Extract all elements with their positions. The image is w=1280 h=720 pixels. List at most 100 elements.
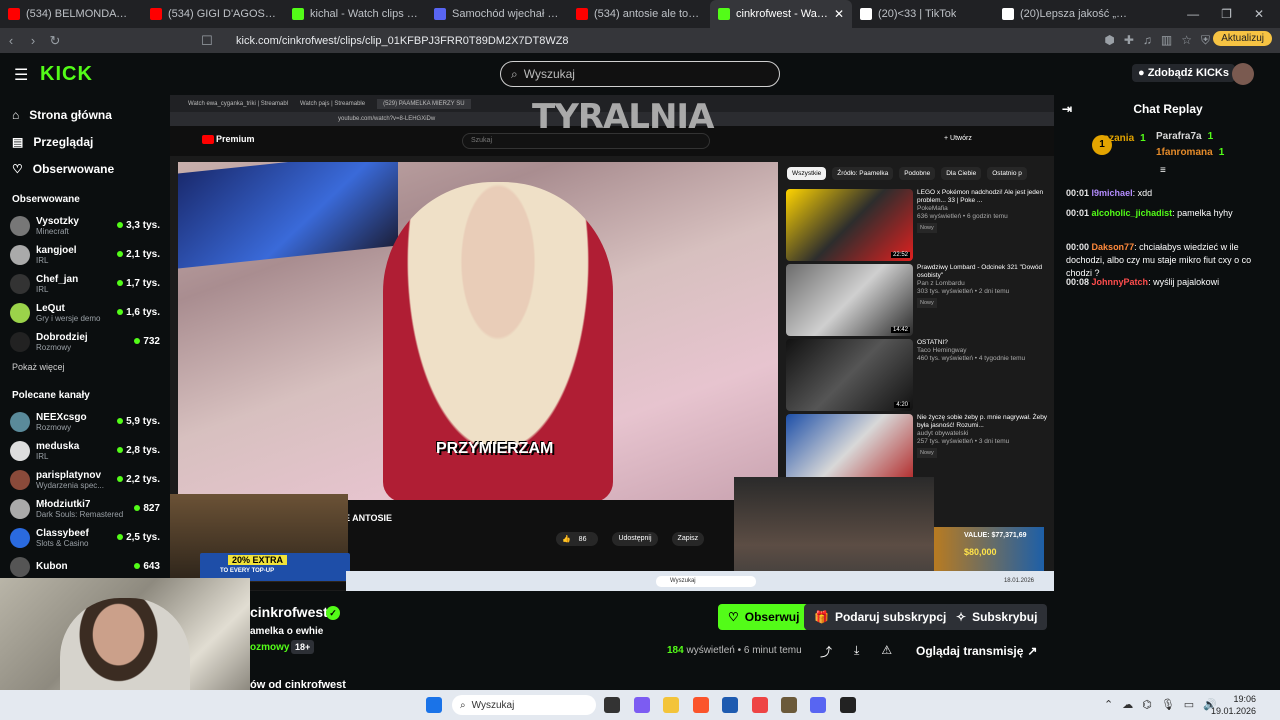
reload-icon[interactable]: ↻ bbox=[44, 33, 66, 49]
recommended-thumbnail bbox=[786, 414, 913, 486]
file-explorer-icon[interactable] bbox=[663, 697, 679, 713]
message-user[interactable]: JohnnyPatch bbox=[1092, 277, 1149, 287]
url-field[interactable]: kick.com/cinkrofwest/clips/clip_01KFBPJ3… bbox=[236, 35, 569, 47]
browser-tab[interactable]: kichal - Watch clips on Kick bbox=[284, 0, 426, 28]
maximize-icon[interactable]: ❐ bbox=[1221, 7, 1232, 21]
sidebar-channel[interactable]: Kubon 643 bbox=[0, 552, 168, 581]
watch-stream-button[interactable]: Oglądaj transmisję ↗ bbox=[906, 638, 1047, 664]
minimize-icon[interactable]: — bbox=[1187, 7, 1199, 21]
sidebar-channel[interactable]: Młodziutki7 Dark Souls: Remastered 827 bbox=[0, 494, 168, 523]
shield-icon[interactable]: ⛨ bbox=[1201, 33, 1210, 48]
clock[interactable]: 19:06 19.01.2026 bbox=[1211, 693, 1256, 717]
message-user[interactable]: Dakson77 bbox=[1092, 242, 1135, 252]
inner-tab: (529) PAAMELKA MIERZY SU bbox=[377, 98, 471, 109]
browser-tab[interactable]: Samochód wjechał w pieszych bbox=[426, 0, 568, 28]
message-user[interactable]: l9michael bbox=[1092, 188, 1133, 198]
download-icon[interactable]: ⤓ bbox=[854, 643, 859, 660]
task-view-icon[interactable] bbox=[604, 697, 620, 713]
browser-tab[interactable]: (534) antosie ale to sam amrał bbox=[568, 0, 710, 28]
browser-tab[interactable]: (534) GIGI D'AGOSTINO - L'AM bbox=[142, 0, 284, 28]
network-icon[interactable]: ⌬ bbox=[1142, 698, 1152, 711]
avatar[interactable] bbox=[1232, 63, 1254, 85]
sidebar-channel[interactable]: Vysotzky Minecraft 3,3 tys. bbox=[0, 211, 168, 240]
close-tab-icon[interactable]: ✕ bbox=[834, 7, 844, 21]
windows-start-icon[interactable] bbox=[426, 697, 442, 713]
sidebar-channel[interactable]: meduska IRL 2,8 tys. bbox=[0, 436, 168, 465]
cloud-icon[interactable]: ☁ bbox=[1122, 698, 1133, 711]
message-text: : pamelka hyhy bbox=[1172, 208, 1233, 218]
avatar bbox=[10, 302, 30, 323]
avatar bbox=[10, 527, 30, 548]
kick-logo[interactable]: KICK bbox=[40, 63, 93, 86]
top-gifter[interactable]: 1fanromana 1 bbox=[1156, 147, 1224, 158]
sidebar-nav-item[interactable]: ⌂ Strona główna bbox=[0, 101, 168, 128]
menu-icon[interactable]: ☰ bbox=[14, 65, 28, 85]
obs-icon[interactable] bbox=[840, 697, 856, 713]
close-window-icon[interactable]: ✕ bbox=[1254, 7, 1264, 21]
sidebar-channel[interactable]: NEEXcsgo Rozmowy 5,9 tys. bbox=[0, 407, 168, 436]
star-icon[interactable]: ☆ bbox=[1181, 33, 1192, 48]
new-badge: Nowy bbox=[917, 448, 937, 458]
follow-button[interactable]: ♡ Obserwuj bbox=[718, 604, 810, 630]
app-icon[interactable] bbox=[781, 697, 797, 713]
forward-icon[interactable]: › bbox=[22, 33, 44, 48]
streamer-name[interactable]: cinkrofwest bbox=[250, 604, 328, 620]
sidebar-channel[interactable]: Dobrodziej Rozmowy 732 bbox=[0, 327, 168, 356]
show-more-link[interactable]: Pokaż więcej bbox=[0, 356, 168, 378]
video-player[interactable]: Watch ewa_cyganka_triki | Streamabl Watc… bbox=[170, 95, 1054, 591]
subscribe-button[interactable]: ✧ Subskrybuj bbox=[946, 604, 1048, 630]
sidebar-icon[interactable]: ▥ bbox=[1161, 33, 1172, 48]
message-user[interactable]: alcoholic_jichadist bbox=[1092, 208, 1173, 218]
sidebar-channel[interactable]: kangjoel IRL 2,1 tys. bbox=[0, 240, 168, 269]
store-icon[interactable] bbox=[722, 697, 738, 713]
discord-icon[interactable] bbox=[810, 697, 826, 713]
puzzle-icon[interactable]: ✚ bbox=[1124, 33, 1134, 48]
search-icon: ⌕ bbox=[460, 699, 466, 711]
gift-subs-button[interactable]: 🎁 Podaruj subskrypcje bbox=[804, 604, 963, 630]
bookmark-icon[interactable]: ☐ bbox=[196, 33, 218, 49]
browser-tab[interactable]: (534) BELMONDAWG – PAPPAR bbox=[0, 0, 142, 28]
sidebar-channel[interactable]: LeQut Gry i wersje demo 1,6 tys. bbox=[0, 298, 168, 327]
warning-icon[interactable]: ⚠ bbox=[881, 643, 892, 660]
share-icon[interactable]: ⤴ bbox=[820, 643, 832, 660]
video-duration: 22:52 bbox=[890, 252, 910, 258]
get-kicks-button[interactable]: ● Zdobądź KICKs bbox=[1132, 64, 1235, 82]
sidebar-nav-item[interactable]: ♡ Obserwowane bbox=[0, 155, 168, 182]
display-icon[interactable]: ▭ bbox=[1184, 698, 1194, 711]
chevron-up-icon[interactable]: ⌃ bbox=[1104, 698, 1113, 711]
music-icon[interactable]: ♫ bbox=[1143, 33, 1152, 48]
avatar bbox=[10, 331, 30, 352]
brave-icon[interactable] bbox=[693, 697, 709, 713]
sidebar-nav-item[interactable]: ▤ Przeglądaj bbox=[0, 128, 168, 155]
viewer-count-value: 1,6 tys. bbox=[126, 307, 160, 318]
back-icon[interactable]: ‹ bbox=[0, 33, 22, 48]
sort-icon[interactable]: ≡ bbox=[1160, 165, 1166, 176]
inner-win-search: Wyszukaj bbox=[656, 576, 756, 587]
copilot-icon[interactable] bbox=[634, 697, 650, 713]
browser-tab[interactable]: (20)<33 | TikTok bbox=[852, 0, 994, 28]
collapse-chat-icon[interactable]: ⇥ bbox=[1062, 95, 1072, 123]
update-button[interactable]: Aktualizuj bbox=[1213, 31, 1272, 46]
sidebar-channel[interactable]: Classybeef Slots & Casino 2,5 tys. bbox=[0, 523, 168, 552]
channel-meta: parisplatynov Wydarzenia spec... bbox=[36, 470, 111, 490]
sidebar-channel[interactable]: Chef_jan IRL 1,7 tys. bbox=[0, 269, 168, 298]
top-gifter[interactable]: Parafra7a 1 bbox=[1156, 131, 1213, 142]
browser-icon[interactable] bbox=[752, 697, 768, 713]
browser-tab[interactable]: cinkrofwest - Watch cli ✕ bbox=[710, 0, 852, 28]
gifter-count-value: 1 bbox=[1207, 131, 1214, 142]
viewer-count-value: 2,8 tys. bbox=[126, 445, 160, 456]
live-dot-icon bbox=[134, 338, 141, 345]
stream-category[interactable]: ozmowy bbox=[250, 642, 289, 653]
browser-tab[interactable]: (20)Lepsza jakość „Lubię Wrac bbox=[994, 0, 1136, 28]
extension-icons: ⬢ ✚ ♫ ▥ ☆ ⛨ bbox=[1104, 33, 1210, 48]
tab-favicon-icon bbox=[1002, 8, 1014, 20]
sidebar-channel[interactable]: parisplatynov Wydarzenia spec... 2,2 tys. bbox=[0, 465, 168, 494]
recommended-info: Prawdziwy Lombard - Odcinek 321 "Dowód o… bbox=[917, 264, 1048, 338]
channel-name: Vysotzky bbox=[36, 215, 79, 227]
extension-icon[interactable]: ⬢ bbox=[1104, 33, 1114, 48]
channel-name: kangjoel bbox=[36, 244, 77, 256]
mic-icon[interactable]: 🎙 bbox=[1161, 698, 1175, 711]
tab-favicon-icon bbox=[718, 8, 730, 20]
taskbar-search[interactable]: ⌕ Wyszukaj bbox=[452, 695, 596, 715]
search-input[interactable]: ⌕ Wyszukaj bbox=[500, 61, 780, 87]
